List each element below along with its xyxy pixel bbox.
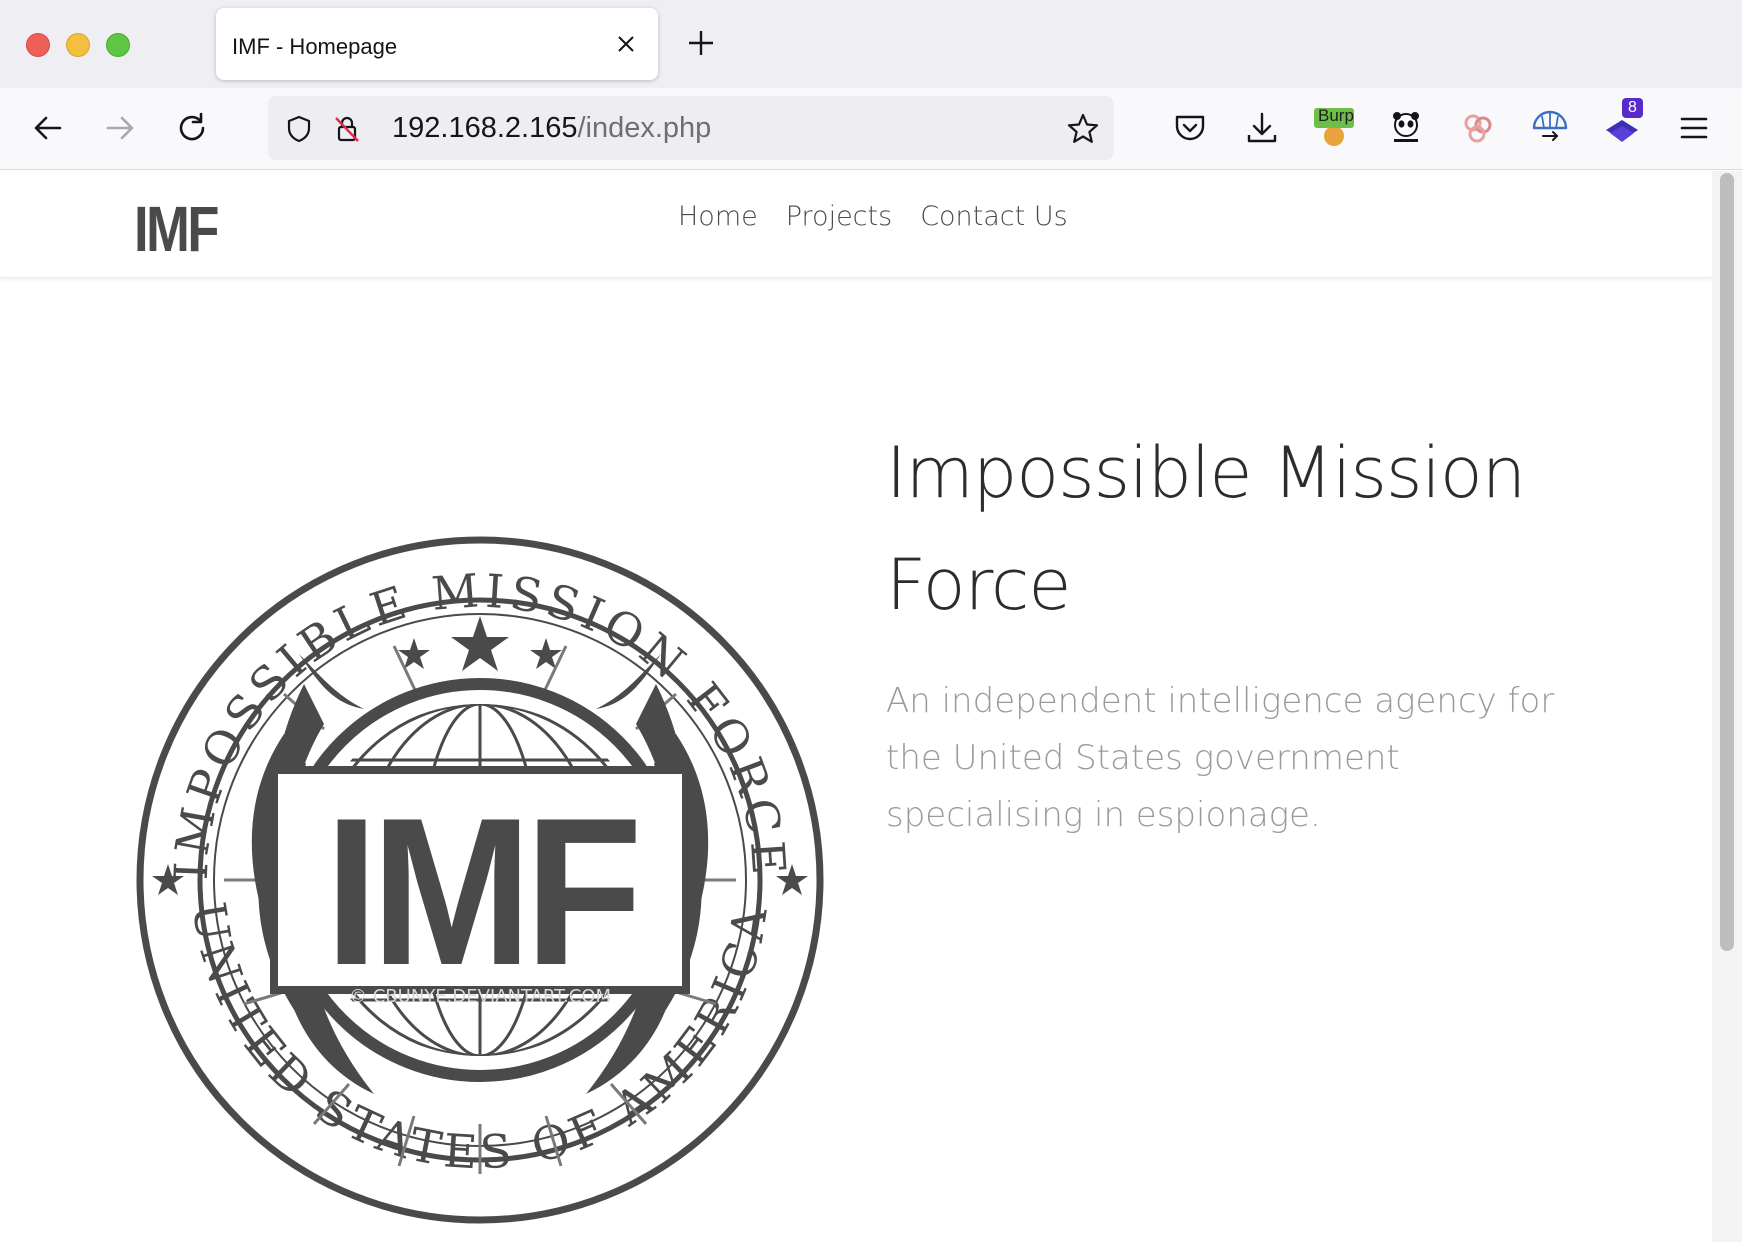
nav-home-link[interactable]: Home — [678, 201, 758, 232]
burp-label: Burp — [1318, 106, 1354, 125]
emblem-center-text: IMF — [325, 774, 636, 1009]
rings-extension-icon[interactable] — [1458, 108, 1498, 148]
nav-projects-link[interactable]: Projects — [786, 201, 892, 232]
panda-extension-icon[interactable] — [1386, 108, 1426, 148]
proxy-umbrella-icon[interactable] — [1530, 108, 1570, 148]
bookmark-star-icon[interactable] — [1066, 112, 1100, 146]
tab-title: IMF - Homepage — [232, 34, 398, 59]
close-window-button[interactable] — [26, 33, 50, 57]
url-host: 192.168.2.165 — [392, 112, 578, 144]
download-icon[interactable] — [1242, 108, 1282, 148]
back-arrow-icon[interactable] — [30, 110, 66, 146]
tab-strip: IMF - Homepage — [0, 0, 1742, 88]
close-icon[interactable] — [614, 32, 638, 56]
shield-icon[interactable] — [284, 114, 314, 144]
browser-tab[interactable]: IMF - Homepage — [216, 8, 658, 80]
minimize-window-button[interactable] — [66, 33, 90, 57]
scrollbar-thumb[interactable] — [1720, 173, 1734, 951]
notification-badge: 8 — [1622, 98, 1643, 118]
pocket-icon[interactable] — [1170, 108, 1210, 148]
site-logo[interactable]: IMF — [134, 197, 219, 261]
address-bar[interactable]: 192.168.2.165/index.php — [268, 96, 1114, 160]
hero-subtitle: An independent intelligence agency for t… — [886, 681, 1555, 835]
insecure-lock-icon[interactable] — [332, 114, 362, 144]
url-path: /index.php — [577, 112, 712, 144]
hamburger-menu-icon[interactable] — [1674, 108, 1714, 148]
zoom-window-button[interactable] — [106, 33, 130, 57]
navigation-toolbar: 192.168.2.165/index.php Burp 8 — [0, 88, 1742, 170]
plus-icon[interactable] — [686, 28, 716, 58]
burp-extension-icon[interactable]: Burp — [1314, 106, 1354, 148]
reload-icon[interactable] — [174, 110, 210, 146]
site-nav: Home Projects Contact Us — [678, 201, 1068, 232]
url-text[interactable]: 192.168.2.165/index.php — [392, 112, 711, 145]
imf-emblem: IMPOSSIBLE MISSION FORCE UNITED STATES O… — [136, 536, 824, 1224]
extension-with-badge[interactable]: 8 — [1602, 98, 1643, 148]
nav-contact-link[interactable]: Contact Us — [920, 201, 1067, 232]
page-viewport: IMF Home Projects Contact Us IMPOSSIBLE … — [0, 171, 1712, 1242]
page-scrollbar[interactable] — [1712, 171, 1742, 1242]
hero-title: Impossible Mission Force — [886, 432, 1526, 626]
emblem-watermark: © CBUNYE.DEVIANTART.COM — [349, 986, 611, 1007]
forward-arrow-icon[interactable] — [102, 110, 138, 146]
site-header: IMF Home Projects Contact Us — [0, 171, 1712, 278]
